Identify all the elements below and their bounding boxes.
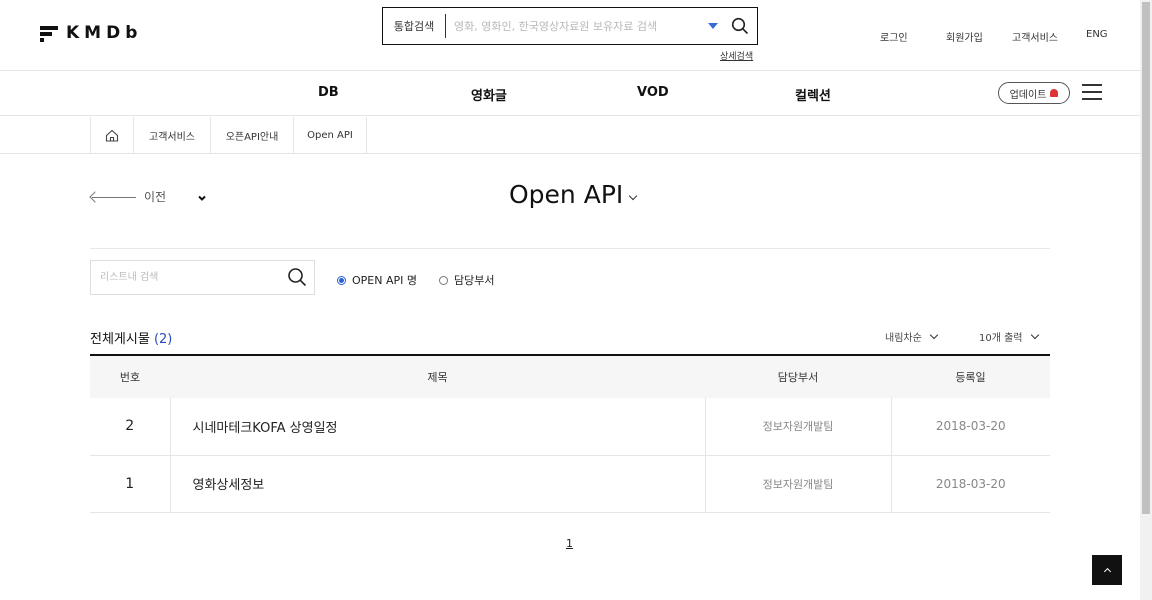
total-label: 전체게시물	[90, 332, 150, 347]
total-posts: 전체게시물 (2)	[90, 328, 172, 347]
page-title[interactable]: Open API	[509, 180, 638, 209]
page-size-label: 10개 출력	[979, 333, 1023, 344]
vertical-scrollbar[interactable]	[1140, 0, 1152, 600]
row-date: 2018-03-20	[935, 476, 1006, 491]
table-row[interactable]: 1 영화상세정보 정보자원개발팀 2018-03-20	[90, 455, 1050, 512]
page-number-link[interactable]: 1	[566, 537, 573, 550]
column-header-department: 담당부서	[777, 371, 819, 384]
chevron-down-icon	[929, 330, 939, 339]
list-search	[90, 260, 315, 295]
update-button[interactable]: 업데이트	[998, 82, 1070, 104]
breadcrumb-item[interactable]: Open API	[294, 117, 367, 154]
chevron-down-icon	[198, 195, 206, 201]
hamburger-menu-icon[interactable]	[1082, 84, 1102, 100]
row-date: 2018-03-20	[935, 419, 1006, 434]
row-number: 1	[90, 455, 171, 512]
customer-service-link[interactable]: 고객서비스	[1012, 29, 1058, 44]
api-table: 번호 제목 담당부서 등록일 2 시네마테크KOFA 상영일정 정보자원개발팀 …	[90, 354, 1050, 513]
row-title-link[interactable]: 시네마테크KOFA 상영일정	[170, 398, 706, 455]
chevron-down-icon	[1030, 330, 1039, 339]
radio-api-name[interactable]: OPEN API 명	[337, 272, 417, 288]
prev-dropdown-toggle[interactable]	[196, 189, 208, 201]
nav-item-collection[interactable]: 컬렉션	[795, 85, 831, 104]
english-link[interactable]: ENG	[1086, 29, 1108, 40]
column-header-date: 등록일	[955, 371, 986, 384]
sort-order-label: 내림차순	[885, 333, 922, 344]
scrollbar-thumb[interactable]	[1142, 2, 1150, 514]
arrow-left-icon	[90, 192, 136, 202]
table-row[interactable]: 2 시네마테크KOFA 상영일정 정보자원개발팀 2018-03-20	[90, 398, 1050, 455]
radio-label: 담당부서	[454, 274, 495, 287]
bell-icon	[1050, 89, 1059, 97]
signup-link[interactable]: 회원가입	[946, 29, 983, 44]
top-links: 로그인 회원가입 고객서비스 ENG	[0, 29, 1140, 44]
radio-department[interactable]: 담당부서	[439, 272, 494, 288]
nav-item-db[interactable]: DB	[318, 85, 339, 100]
row-number: 2	[90, 398, 171, 455]
chevron-up-icon	[1103, 567, 1111, 576]
radio-checked-icon	[337, 275, 346, 285]
breadcrumb: 고객서비스 오픈API안내 Open API	[0, 117, 1140, 154]
row-department: 정보자원개발팀	[705, 398, 892, 455]
breadcrumb-item[interactable]: 고객서비스	[134, 117, 211, 154]
page-title-text: Open API	[509, 180, 624, 209]
divider	[90, 248, 1050, 249]
column-header-title: 제목	[427, 371, 448, 384]
row-title-link[interactable]: 영화상세정보	[170, 455, 706, 512]
list-search-input[interactable]	[91, 261, 271, 294]
list-search-button[interactable]	[287, 267, 309, 289]
nav-item-vod[interactable]: VOD	[637, 85, 669, 100]
breadcrumb-item[interactable]: 오픈API안내	[211, 117, 294, 154]
radio-label: OPEN API 명	[352, 274, 417, 287]
sort-order-select[interactable]: 내림차순	[885, 329, 939, 344]
site-header: KMDb 통합검색 상세검색 로그인 회원가입 고객서비스 ENG	[0, 0, 1140, 71]
row-department: 정보자원개발팀	[705, 455, 892, 512]
total-count: (2)	[153, 332, 173, 347]
column-header-number: 번호	[119, 371, 141, 384]
update-label: 업데이트	[1009, 89, 1047, 101]
radio-unchecked-icon	[439, 275, 448, 285]
home-icon	[105, 129, 119, 142]
page-size-select[interactable]: 10개 출력	[979, 329, 1039, 344]
advanced-search-link[interactable]: 상세검색	[720, 49, 753, 62]
login-link[interactable]: 로그인	[880, 29, 908, 44]
breadcrumb-home[interactable]	[90, 117, 134, 154]
prev-label: 이전	[144, 190, 167, 204]
table-header-row: 번호 제목 담당부서 등록일	[90, 355, 1050, 398]
search-icon	[288, 268, 307, 287]
prev-link[interactable]: 이전	[90, 188, 166, 205]
main-nav: DB 영화글 VOD 컬렉션 업데이트	[0, 72, 1140, 116]
scroll-to-top-button[interactable]	[1092, 555, 1122, 585]
nav-item-articles[interactable]: 영화글	[471, 85, 507, 104]
chevron-down-icon	[629, 191, 638, 200]
